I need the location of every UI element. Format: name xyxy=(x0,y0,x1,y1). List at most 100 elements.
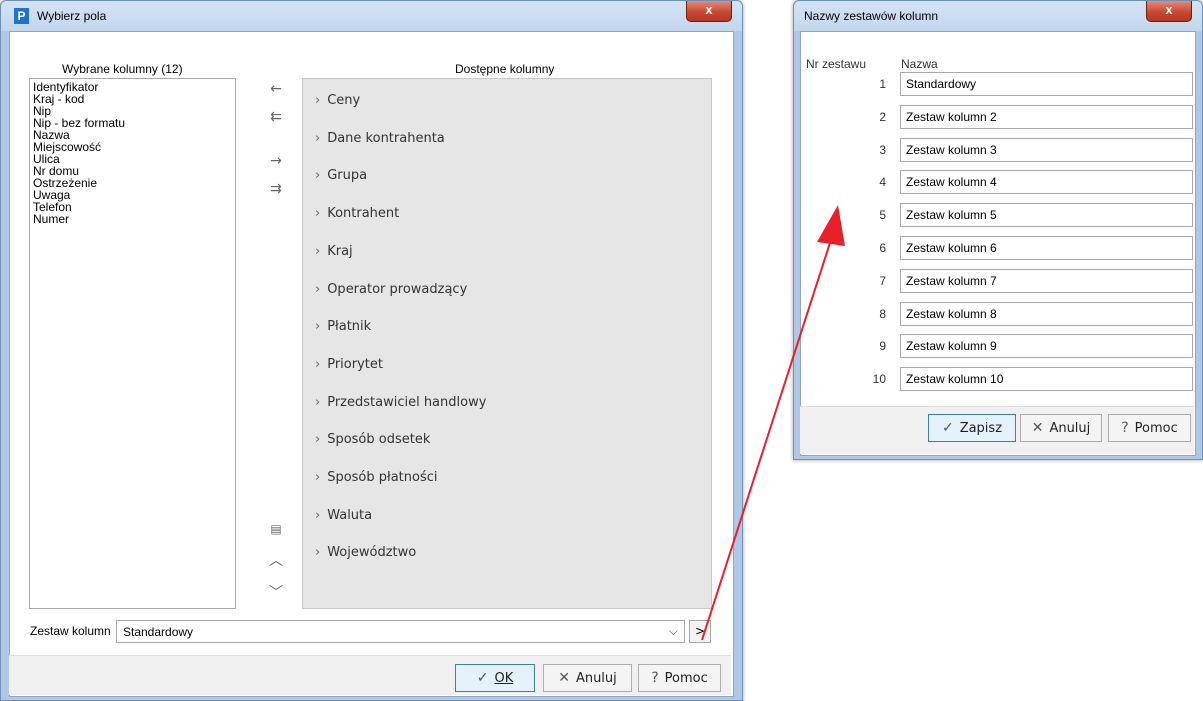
cancel-button[interactable]: ✕ Anuluj xyxy=(1020,414,1102,442)
chevron-right-icon: › xyxy=(315,545,321,561)
ok-button[interactable]: ✓ OK xyxy=(455,664,535,692)
available-column-group[interactable]: › Grupa xyxy=(315,168,367,183)
arrow-right-icon[interactable]: → xyxy=(266,152,286,170)
set-number: 5 xyxy=(879,208,886,223)
set-number: 8 xyxy=(879,306,886,321)
set-number: 10 xyxy=(872,372,886,387)
available-column-label: Sposób płatności xyxy=(327,470,438,485)
ok-label: OK xyxy=(494,670,514,686)
dialog-title: Wybierz pola xyxy=(37,9,107,23)
cancel-label: Anuluj xyxy=(1049,420,1091,436)
save-label: Zapisz xyxy=(959,420,1003,436)
column-set-label: Zestaw kolumn xyxy=(30,624,111,638)
set-number: 1 xyxy=(879,77,886,91)
help-button[interactable]: ? Pomoc xyxy=(1108,414,1191,442)
arrow-right-double-icon[interactable]: ⇉ xyxy=(266,180,286,198)
chevron-right-icon: › xyxy=(315,93,321,108)
selected-column-item[interactable]: Numer xyxy=(33,213,232,225)
arrow-left-double-icon[interactable]: ⇇ xyxy=(266,108,286,126)
selected-column-item[interactable]: Kraj - kod xyxy=(33,93,232,105)
available-column-label: Płatnik xyxy=(327,319,372,335)
help-label: Pomoc xyxy=(664,670,708,686)
chevron-right-icon: › xyxy=(315,281,321,297)
available-column-label: Sposób odsetek xyxy=(327,432,431,448)
set-name-input[interactable]: Zestaw kolumn 3 xyxy=(900,137,1193,162)
set-number: 7 xyxy=(879,273,886,288)
selected-columns-list[interactable]: Identyfikator Kraj - kod Nip Nip - bez form… xyxy=(29,78,236,609)
set-name-input[interactable]: Zestaw kolumn 5 xyxy=(900,203,1193,228)
chevron-right-icon: › xyxy=(315,356,321,372)
set-number-header: Nr zestawu xyxy=(806,57,867,71)
cross-icon: ✕ xyxy=(558,670,570,686)
column-set-icon[interactable]: ▤ xyxy=(266,520,286,538)
selected-column-item[interactable]: Miejscowość xyxy=(33,141,232,153)
available-column-label: Kontrahent xyxy=(327,206,400,222)
available-column-group[interactable]: › Dane kontrahenta xyxy=(315,131,445,146)
available-column-group[interactable]: › Przedstawiciel handlowy xyxy=(315,395,486,410)
available-column-group[interactable]: › Waluta xyxy=(315,508,372,523)
available-column-group[interactable]: › Płatnik xyxy=(315,319,371,334)
dialog-title: Nazwy zestawów kolumn xyxy=(804,9,939,23)
arrow-left-icon[interactable]: ← xyxy=(266,80,286,98)
app-icon: P xyxy=(14,8,29,24)
column-set-select[interactable]: Standardowy ⌵ xyxy=(116,620,685,643)
cross-icon: ✕ xyxy=(1031,420,1044,436)
set-name-input[interactable]: Zestaw kolumn 4 xyxy=(900,170,1193,195)
available-column-group[interactable]: › Województwo xyxy=(315,545,416,560)
help-icon: ? xyxy=(1121,420,1129,436)
available-column-label: Waluta xyxy=(327,507,373,523)
dialog-titlebar: Nazwy zestawów kolumn x xyxy=(794,1,1202,31)
selected-columns-header: Wybrane kolumny (12) xyxy=(62,62,183,76)
set-number: 3 xyxy=(879,142,886,157)
available-column-label: Priorytet xyxy=(327,356,383,372)
column-set-value: Standardowy xyxy=(123,625,194,639)
set-number: 4 xyxy=(879,175,886,190)
set-number: 2 xyxy=(879,109,886,124)
chevron-right-icon: › xyxy=(315,243,321,259)
available-columns-header: Dostępne kolumny xyxy=(455,62,555,76)
set-name-input[interactable]: Zestaw kolumn 2 xyxy=(900,104,1193,129)
set-name-input[interactable]: Standardowy xyxy=(900,72,1193,96)
set-name-input[interactable]: Zestaw kolumn 6 xyxy=(900,236,1193,260)
set-name-input[interactable]: Zestaw kolumn 7 xyxy=(900,268,1193,293)
available-column-group[interactable]: › Kraj xyxy=(315,244,353,259)
chevron-down-icon[interactable]: ﹀ xyxy=(266,584,286,602)
chevron-right-icon: › xyxy=(315,319,321,335)
available-column-group[interactable]: › Sposób płatności xyxy=(315,470,438,485)
available-columns-tree: › Ceny › Dane kontrahenta › Grupa › Kontrahent ›… xyxy=(302,78,712,609)
chevron-up-icon[interactable]: ︿ xyxy=(266,552,286,570)
check-icon: ✓ xyxy=(476,670,489,686)
cancel-label: Anuluj xyxy=(575,670,617,686)
cancel-button[interactable]: ✕ Anuluj xyxy=(543,664,632,692)
help-label: Pomoc xyxy=(1134,420,1178,436)
edit-column-sets-button[interactable]: > xyxy=(689,620,711,643)
set-name-input[interactable]: Zestaw kolumn 10 xyxy=(900,367,1193,392)
chevron-right-icon: › xyxy=(315,168,321,184)
chevron-down-icon: ⌵ xyxy=(668,624,678,638)
chevron-right-icon: › xyxy=(315,507,321,523)
close-icon[interactable]: x xyxy=(1146,1,1192,22)
dialog-titlebar: P Wybierz pola x xyxy=(1,1,742,31)
set-number: 9 xyxy=(879,339,886,354)
chevron-right-icon: › xyxy=(315,130,321,146)
save-button[interactable]: ✓ Zapisz xyxy=(928,414,1016,442)
check-icon: ✓ xyxy=(941,420,954,436)
available-column-group[interactable]: › Priorytet xyxy=(315,357,383,372)
chevron-right-icon: › xyxy=(315,470,321,485)
available-column-group[interactable]: › Kontrahent xyxy=(315,206,399,221)
set-name-input[interactable]: Zestaw kolumn 9 xyxy=(900,334,1193,359)
available-column-group[interactable]: › Sposób odsetek xyxy=(315,432,430,447)
close-icon[interactable]: x xyxy=(686,1,732,22)
available-column-label: Kraj xyxy=(327,243,353,259)
available-column-label: Województwo xyxy=(327,545,417,561)
set-name-input[interactable]: Zestaw kolumn 8 xyxy=(900,301,1193,326)
chevron-right-icon: › xyxy=(315,394,321,410)
chevron-right-icon: › xyxy=(315,432,321,448)
available-column-label: Przedstawiciel handlowy xyxy=(327,394,487,410)
chevron-right-icon: › xyxy=(315,206,321,222)
available-column-label: Operator prowadzący xyxy=(327,281,468,297)
available-column-group[interactable]: › Ceny xyxy=(315,93,360,108)
help-button[interactable]: ? Pomoc xyxy=(638,664,721,692)
available-column-group[interactable]: › Operator prowadzący xyxy=(315,282,467,297)
help-icon: ? xyxy=(651,670,659,686)
